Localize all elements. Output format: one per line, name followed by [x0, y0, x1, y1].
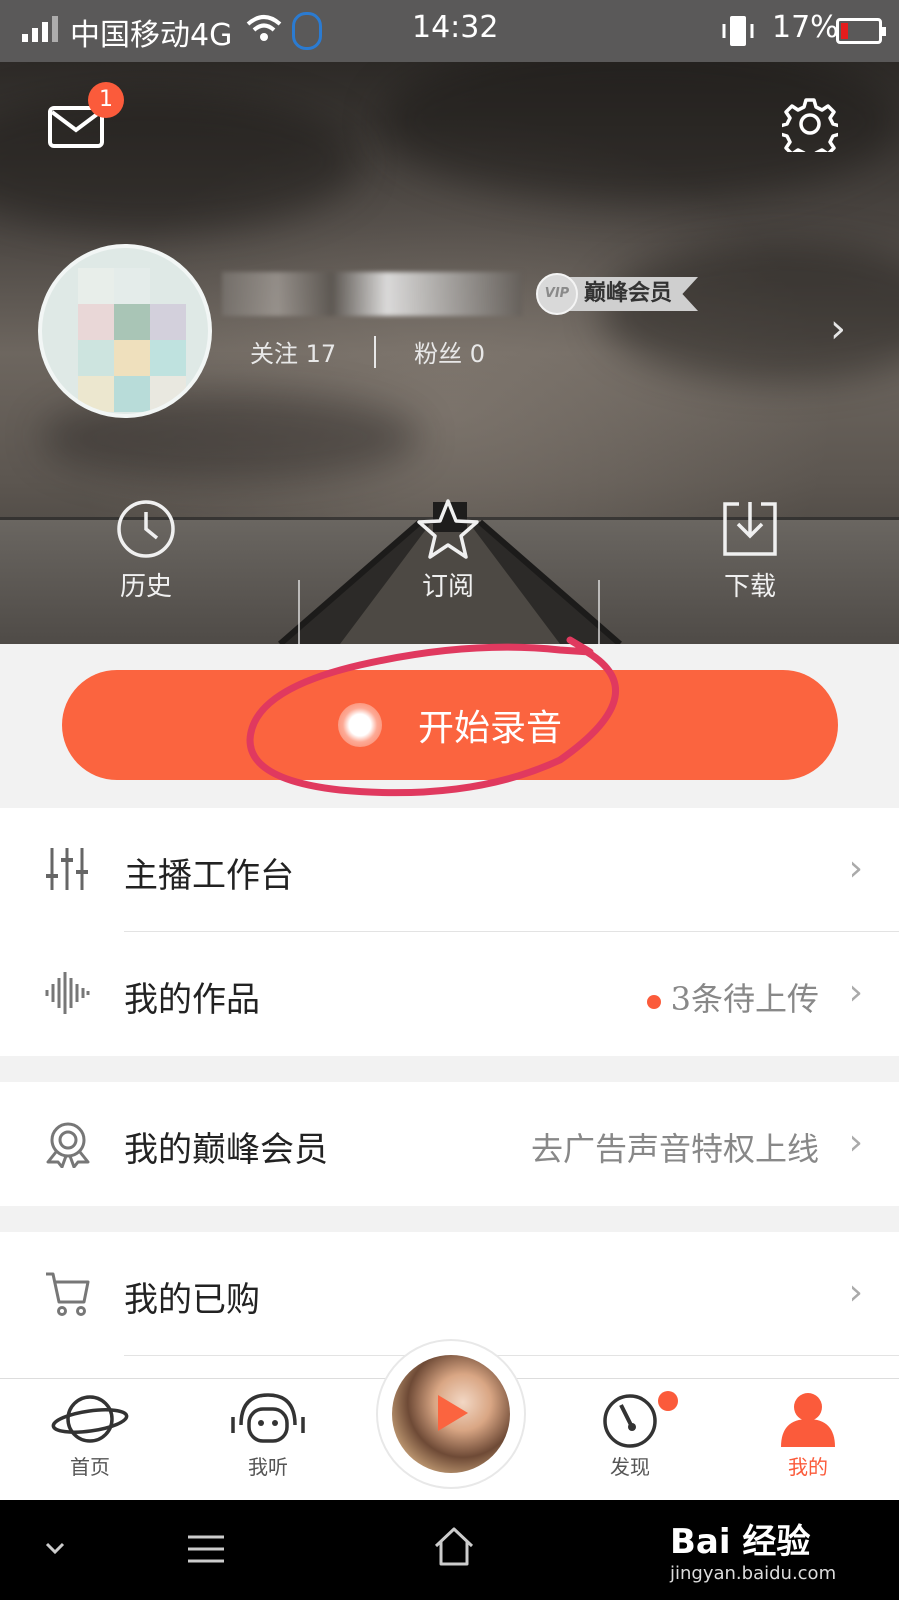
vip-label: 巅峰会员: [568, 277, 699, 311]
clock-time: 14:32: [412, 10, 499, 45]
menu-icon[interactable]: [186, 1534, 226, 1564]
menu-group-creator: 主播工作台 › 我的作品 3条待上传 ›: [0, 808, 899, 1056]
quick-actions: 历史 订阅 下载: [0, 498, 899, 644]
menu-label: 我的作品: [124, 980, 260, 1020]
record-area: 开始录音: [0, 644, 899, 808]
menu-group-vip: 我的巅峰会员 去广告声音特权上线 ›: [0, 1082, 899, 1206]
tab-label: 我听: [248, 1455, 288, 1479]
vip-seal-icon: VIP: [536, 273, 578, 315]
hd-call-icon: [292, 12, 322, 50]
tab-label: 我的: [788, 1455, 828, 1479]
watermark-main: Bai 经验: [670, 1522, 811, 1562]
signal-icon: [22, 16, 58, 42]
notification-dot: [658, 1391, 678, 1411]
chevron-down-icon[interactable]: [44, 1540, 66, 1556]
vip-badge[interactable]: VIP 巅峰会员: [536, 272, 699, 316]
tab-listening[interactable]: 我听: [208, 1389, 328, 1480]
waveform-icon: [45, 972, 90, 1014]
planet-icon: [51, 1395, 129, 1443]
tab-label: 发现: [610, 1455, 650, 1479]
gear-icon[interactable]: [782, 96, 838, 152]
fans-count[interactable]: 粉丝 0: [414, 334, 485, 369]
compass-icon: [603, 1394, 657, 1448]
chevron-right-icon: ›: [848, 1272, 863, 1313]
subscribe-label: 订阅: [421, 572, 474, 602]
menu-item-works[interactable]: 我的作品 3条待上传 ›: [0, 932, 899, 1056]
history-label: 历史: [119, 572, 172, 602]
menu-label: 我的已购: [124, 1280, 260, 1320]
history-button[interactable]: 历史: [86, 498, 206, 603]
now-playing-button[interactable]: [376, 1339, 526, 1489]
carrier-label: 中国移动4G: [70, 18, 233, 53]
vip-promo: 去广告声音特权上线: [530, 1130, 819, 1168]
mail-badge: 1: [88, 82, 124, 118]
download-button[interactable]: 下载: [690, 498, 810, 603]
profile-stats: 关注 17 粉丝 0: [250, 334, 485, 369]
menu-item-vip[interactable]: 我的巅峰会员 去广告声音特权上线 ›: [0, 1082, 899, 1206]
profile-header: 1 VIP 巅峰会员 关注 17 粉丝 0 › 历史 订阅 下载: [0, 62, 899, 644]
status-bar: 中国移动4G 14:32 17%: [0, 0, 899, 62]
play-icon: [438, 1395, 468, 1431]
menu-item-studio[interactable]: 主播工作台 ›: [0, 808, 899, 932]
medal-icon: [46, 1122, 90, 1168]
avatar[interactable]: [38, 244, 212, 418]
menu-item-purchased[interactable]: 我的已购 ›: [0, 1232, 899, 1356]
battery-percent: 17%: [772, 10, 839, 45]
menu-label: 主播工作台: [124, 856, 294, 896]
vibrate-icon: [722, 16, 754, 46]
chevron-right-icon: ›: [848, 848, 863, 889]
download-icon: [723, 502, 777, 556]
watermark-url: jingyan.baidu.com: [670, 1563, 837, 1584]
home-icon[interactable]: [432, 1524, 476, 1568]
chevron-right-icon[interactable]: ›: [830, 306, 846, 352]
bottom-tab-bar: 首页 我听 发现 我的: [0, 1339, 899, 1500]
system-navigation-bar: Bai 经验 jingyan.baidu.com: [0, 1500, 899, 1600]
baidu-watermark: Bai 经验 jingyan.baidu.com: [670, 1514, 836, 1584]
download-label: 下载: [723, 572, 776, 602]
clock-icon: [117, 500, 175, 558]
battery-icon: [836, 18, 886, 44]
menu-label: 我的巅峰会员: [124, 1130, 328, 1170]
star-icon: [417, 499, 479, 559]
headphones-icon: [231, 1393, 305, 1443]
wifi-icon: [246, 15, 282, 41]
person-icon: [781, 1393, 835, 1447]
username: [222, 272, 522, 316]
chevron-right-icon: ›: [848, 972, 863, 1013]
cart-icon: [46, 1272, 90, 1316]
pending-upload-status: 3条待上传: [646, 974, 819, 1020]
record-dot-icon: [337, 703, 382, 747]
sliders-icon: [46, 848, 88, 890]
notification-dot: [646, 994, 661, 1009]
tab-label: 首页: [70, 1455, 110, 1479]
record-label: 开始录音: [417, 708, 562, 749]
tab-mine[interactable]: 我的: [748, 1389, 868, 1480]
tab-home[interactable]: 首页: [30, 1389, 150, 1480]
subscribe-button[interactable]: 订阅: [388, 498, 508, 603]
start-recording-button[interactable]: 开始录音: [62, 670, 838, 780]
follow-count[interactable]: 关注 17: [250, 334, 336, 369]
chevron-right-icon: ›: [848, 1122, 863, 1163]
